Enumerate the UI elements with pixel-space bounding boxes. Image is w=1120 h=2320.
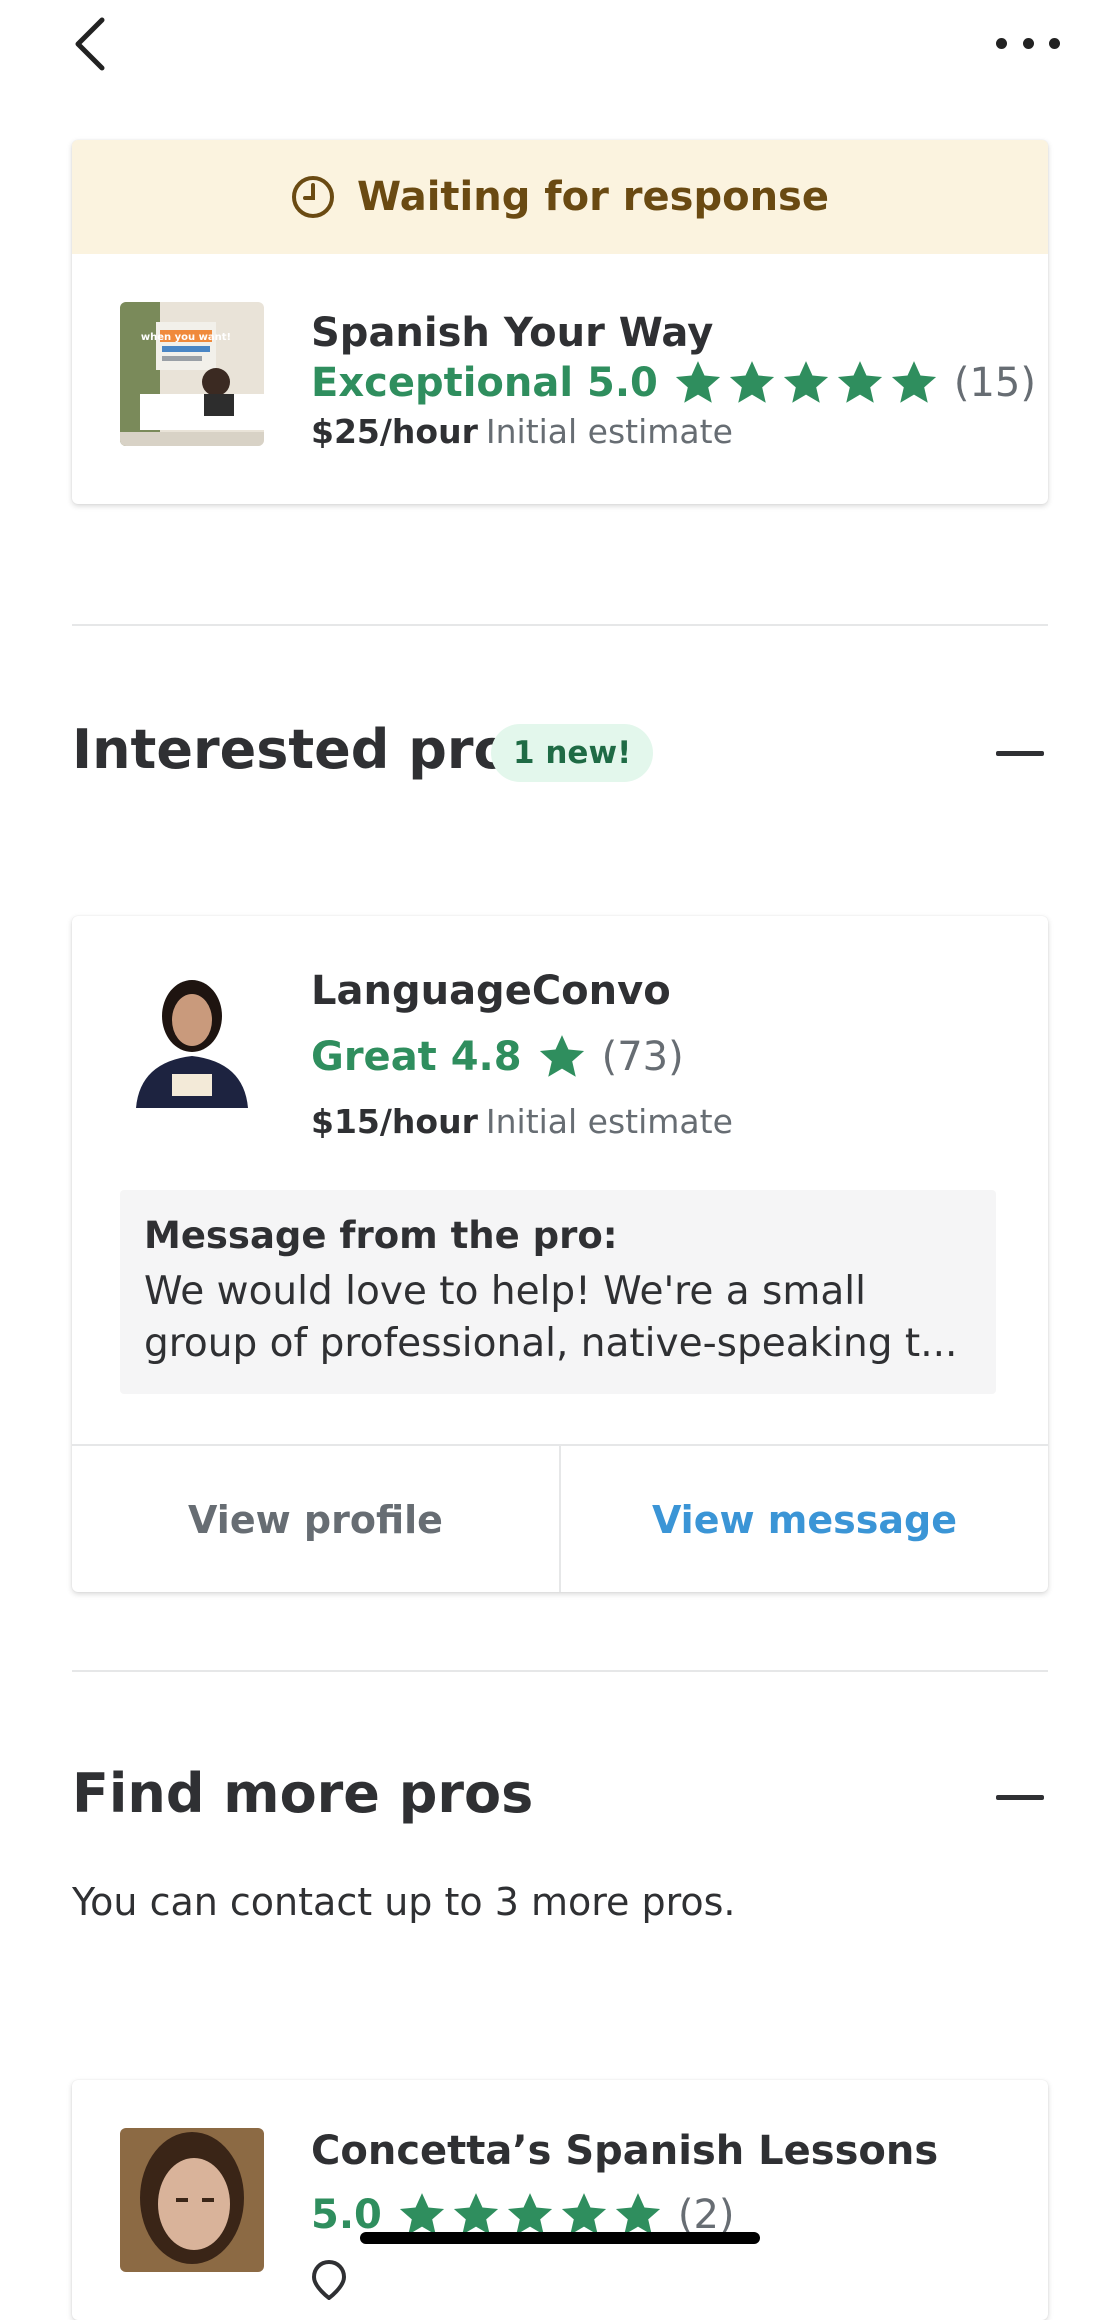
find-more-subtitle: You can contact up to 3 more pros. xyxy=(72,1880,736,1924)
message-title: Message from the pro: xyxy=(144,1214,618,1257)
home-indicator xyxy=(360,2232,760,2244)
review-count: (15) xyxy=(953,360,1036,406)
price-line: $25/hour Initial estimate xyxy=(311,412,733,451)
star-rating xyxy=(536,1032,588,1082)
price-note: Initial estimate xyxy=(485,412,733,451)
view-profile-button[interactable]: View profile xyxy=(72,1446,561,1592)
pro-name: Spanish Your Way xyxy=(311,310,714,356)
price-note: Initial estimate xyxy=(485,1102,733,1141)
pro-rating: Great 4.8 (73) xyxy=(311,1032,684,1082)
rating-label: Exceptional 5.0 xyxy=(311,360,658,406)
location-pin-icon xyxy=(311,2260,347,2300)
price-line: $15/hour Initial estimate xyxy=(311,1102,733,1141)
rating-label: Great 4.8 xyxy=(311,1034,522,1080)
card-actions: View profile View message xyxy=(72,1444,1048,1592)
more-horizontal-icon[interactable] xyxy=(996,36,1060,50)
pro-name: Concetta’s Spanish Lessons xyxy=(311,2128,939,2174)
section-title-interested: Interested pros xyxy=(72,718,543,781)
new-badge: 1 new! xyxy=(491,724,654,782)
pro-message-box: Message from the pro: We would love to h… xyxy=(120,1190,996,1394)
star-icon xyxy=(783,361,828,403)
thumb-caption: when you want! xyxy=(141,332,231,343)
star-icon xyxy=(675,361,720,403)
waiting-banner: Waiting for response xyxy=(72,140,1048,254)
star-icon xyxy=(729,361,774,403)
message-body: We would love to help! We're a small gro… xyxy=(144,1269,958,1366)
collapse-icon[interactable] xyxy=(996,751,1044,756)
star-icon xyxy=(539,1035,584,1077)
pro-name: LanguageConvo xyxy=(311,968,671,1014)
pro-photo xyxy=(120,2128,264,2272)
collapse-icon[interactable] xyxy=(996,1795,1044,1800)
view-message-button[interactable]: View message xyxy=(561,1446,1048,1592)
pro-rating: Exceptional 5.0 (15) xyxy=(311,358,1036,408)
star-rating xyxy=(672,358,940,408)
divider xyxy=(72,1670,1048,1672)
clock-icon xyxy=(292,176,334,218)
top-bar xyxy=(0,0,1120,90)
divider xyxy=(72,624,1048,626)
interested-pro-card[interactable]: LanguageConvo Great 4.8 (73) $15/hour Ini… xyxy=(72,916,1048,1592)
review-count: (73) xyxy=(601,1034,684,1080)
section-title-find-more: Find more pros xyxy=(72,1762,534,1825)
star-icon xyxy=(891,361,936,403)
price: $15/hour xyxy=(311,1102,478,1141)
suggested-pro-card[interactable]: Concetta’s Spanish Lessons 5.0 (2) xyxy=(72,2080,1048,2320)
price: $25/hour xyxy=(311,412,478,451)
waiting-pro-card[interactable]: Waiting for response when you want! Span… xyxy=(72,140,1048,504)
chevron-left-icon[interactable] xyxy=(72,16,112,72)
pro-photo xyxy=(120,964,264,1108)
waiting-status-text: Waiting for response xyxy=(357,174,829,220)
pro-thumbnail: when you want! xyxy=(120,302,264,446)
star-icon xyxy=(837,361,882,403)
